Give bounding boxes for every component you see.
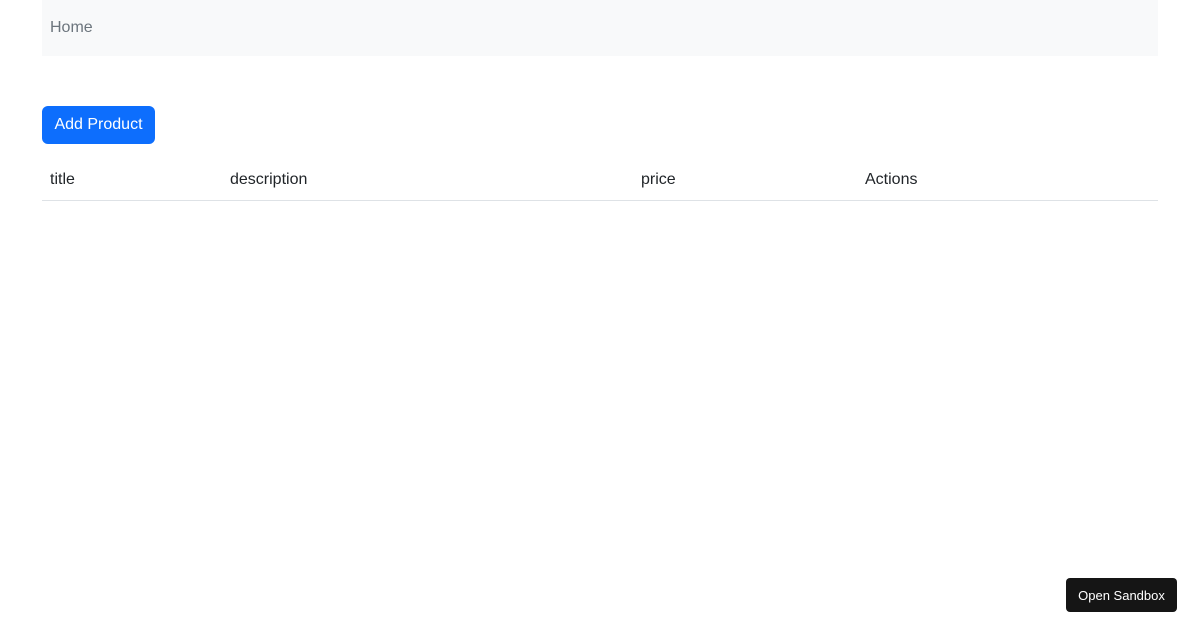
column-header-actions: Actions [857,160,1158,201]
open-sandbox-button[interactable]: Open Sandbox [1066,578,1177,612]
breadcrumb: Home [42,0,1158,56]
products-table-container: title description price Actions [42,160,1158,201]
table-header: title description price Actions [42,160,1158,201]
add-product-button[interactable]: Add Product [42,106,155,144]
column-header-description: description [222,160,633,201]
column-header-price: price [633,160,857,201]
products-table: title description price Actions [42,160,1158,201]
breadcrumb-item-home[interactable]: Home [50,19,93,37]
page: Home Add Product title description price… [0,0,1200,630]
column-header-title: title [42,160,222,201]
table-header-row: title description price Actions [42,160,1158,201]
